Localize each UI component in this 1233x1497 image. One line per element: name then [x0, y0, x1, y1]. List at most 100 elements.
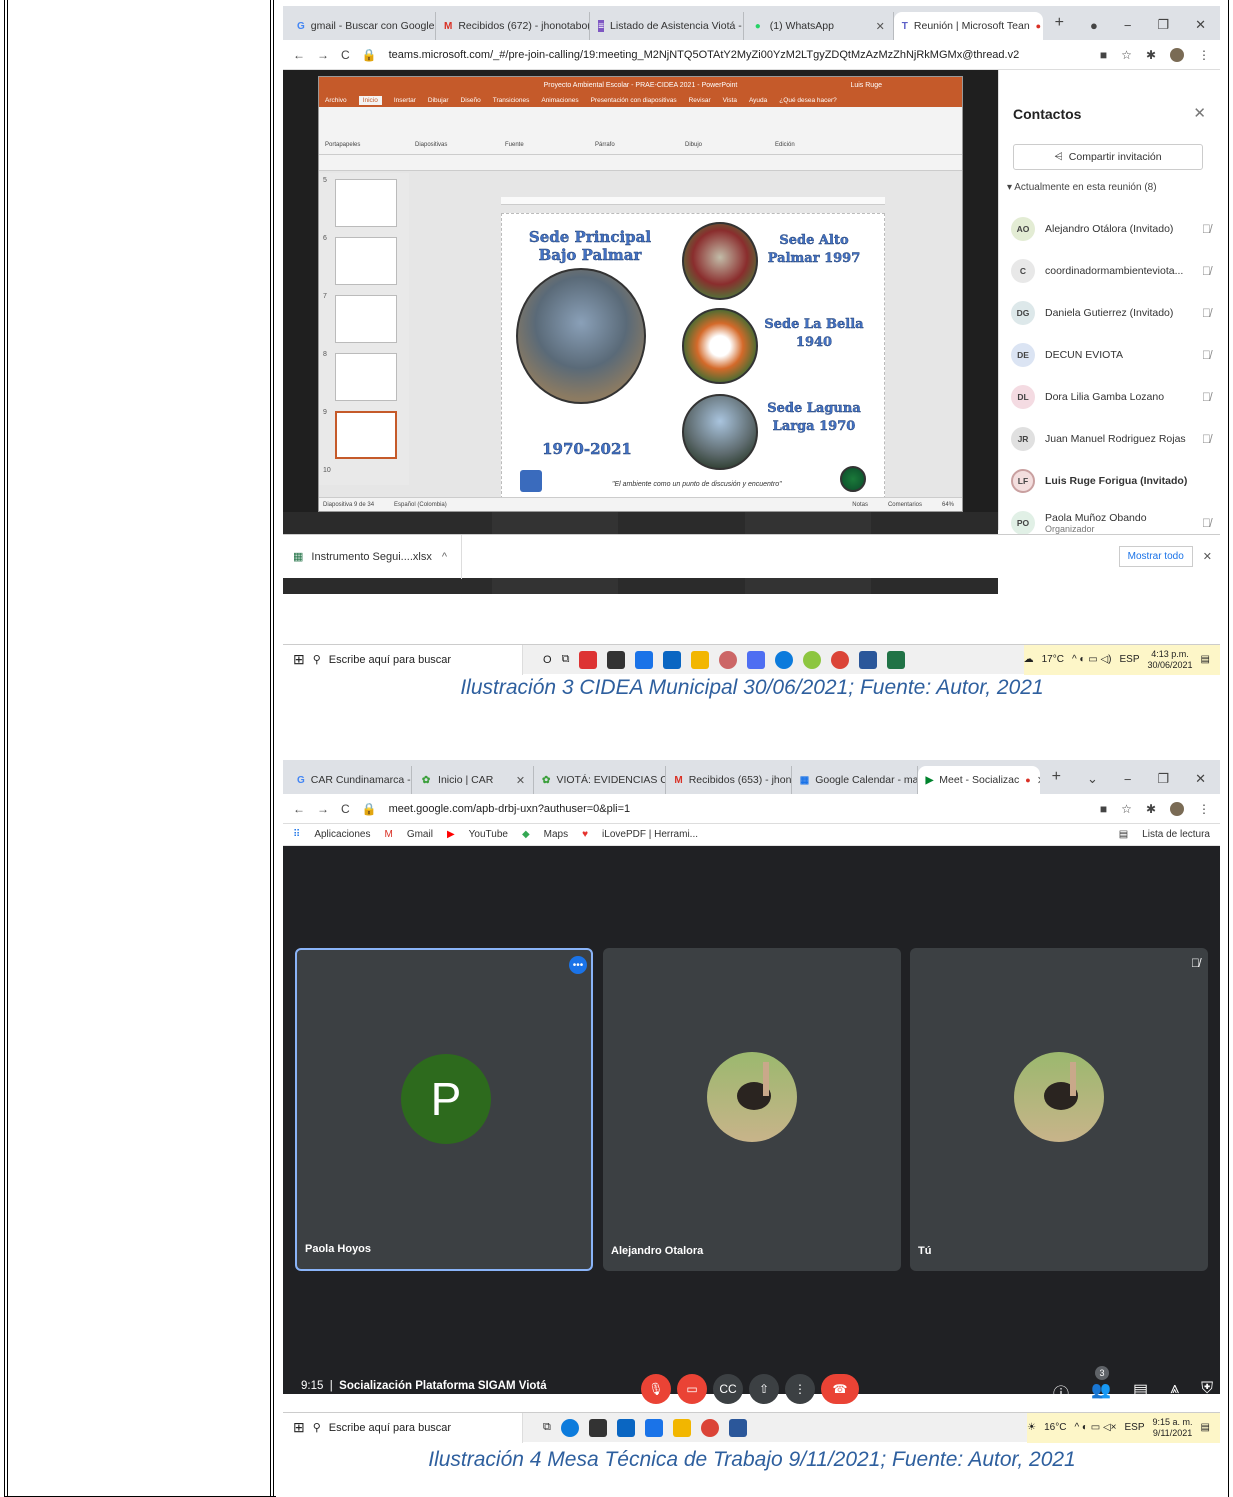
in-meeting-section[interactable]: ▾ Actualmente en esta reunión (8)	[1007, 182, 1157, 193]
task-view-icon[interactable]: ⧉	[562, 653, 570, 666]
app-icon[interactable]	[719, 650, 738, 669]
browser-tab[interactable]: ▦Google Calendar - ma✕	[792, 766, 918, 794]
ppt-menu-item[interactable]: Diseño	[461, 97, 481, 104]
close-tab-icon[interactable]: ✕	[876, 20, 885, 33]
ppt-menu-item[interactable]: Presentación con diapositivas	[591, 97, 677, 104]
participant-tile[interactable]: Alejandro Otalora	[603, 948, 901, 1271]
minimize-icon[interactable]: −	[1124, 772, 1132, 787]
store-icon[interactable]	[588, 1418, 607, 1437]
mail-icon[interactable]	[616, 1418, 635, 1437]
ppt-status-item[interactable]: 64%	[942, 502, 954, 508]
camera-toggle-button[interactable]: ▭	[677, 1374, 707, 1404]
reload-icon[interactable]: C	[341, 48, 350, 62]
browser-tab[interactable]: ✿ Inicio | CAR ✕	[412, 766, 535, 794]
bookmark-gmail[interactable]: Gmail	[407, 829, 433, 840]
ppt-menu-item[interactable]: Vista	[723, 97, 737, 104]
ppt-menu-item[interactable]: Revisar	[689, 97, 711, 104]
tray-icons[interactable]: ^ ◐ ▭ ◁×	[1074, 1422, 1116, 1433]
bookmark-youtube[interactable]: YouTube	[469, 829, 508, 840]
slide-thumbnail[interactable]	[335, 411, 397, 459]
reload-icon[interactable]: C	[341, 802, 350, 816]
star-icon[interactable]: ☆	[1121, 48, 1132, 62]
file-explorer-icon[interactable]	[691, 650, 710, 669]
back-icon[interactable]: ←	[293, 802, 305, 816]
camera-icon[interactable]: ■	[1100, 802, 1107, 816]
language[interactable]: ESP	[1125, 1422, 1145, 1433]
browser-tab[interactable]: Ggmail - Buscar con Google✕	[289, 12, 436, 40]
ppt-menu-item[interactable]: Archivo	[325, 97, 347, 104]
app-icon[interactable]	[579, 650, 598, 669]
word-icon[interactable]	[859, 650, 878, 669]
ppt-status-item[interactable]: Español (Colombia)	[394, 502, 447, 508]
new-tab-icon[interactable]: +	[1040, 768, 1073, 786]
ppt-menu-item[interactable]: Dibujar	[428, 97, 449, 104]
ppt-menu-item[interactable]: Ayuda	[749, 97, 767, 104]
browser-tab[interactable]: ✿VIOTÁ: EVIDENCIAS C✕	[534, 766, 667, 794]
forward-icon[interactable]: →	[317, 802, 329, 816]
contact-item[interactable]: Ccoordinadormambienteviota... 🎙̸	[1011, 254, 1211, 288]
slide-thumbnail[interactable]	[335, 353, 397, 401]
back-icon[interactable]: ←	[293, 48, 305, 62]
edge-icon[interactable]	[775, 650, 794, 669]
people-icon[interactable]: 👥 3	[1091, 1366, 1111, 1404]
mail-icon[interactable]	[663, 650, 682, 669]
host-controls-icon[interactable]: ⛨	[1201, 1380, 1213, 1404]
chrome-icon[interactable]	[700, 1418, 719, 1437]
ppt-menu-item[interactable]: ¿Qué desea hacer?	[779, 97, 836, 104]
ppt-status-item[interactable]: Diapositiva 9 de 34	[323, 502, 374, 508]
browser-tab[interactable]: MRecibidos (672) - jhonotabo(✕	[436, 12, 591, 40]
contact-item[interactable]: DE DECUN EVIOTA 🎙̸	[1011, 338, 1211, 372]
menu-icon[interactable]: ⋮	[1198, 802, 1210, 816]
ppt-menu-item[interactable]: Insertar	[394, 97, 416, 104]
browser-tab[interactable]: ● (1) WhatsApp ✕	[744, 12, 894, 40]
present-button[interactable]: ⇧	[749, 1374, 779, 1404]
close-icon[interactable]: ✕	[1193, 104, 1206, 122]
mic-toggle-button[interactable]: 🎙	[641, 1374, 671, 1404]
windows-start-icon[interactable]: ⊞	[293, 651, 305, 668]
menu-icon[interactable]: ⋮	[1198, 48, 1210, 62]
close-icon[interactable]: ✕	[1203, 550, 1212, 563]
file-explorer-icon[interactable]	[672, 1418, 691, 1437]
url-field[interactable]: meet.google.com/apb-drbj-uxn?authuser=0&…	[389, 803, 631, 815]
ppt-menu-item[interactable]: Inicio	[358, 95, 382, 105]
store-icon[interactable]	[607, 650, 626, 669]
clock[interactable]: 9:15 a. m. 9/11/2021	[1153, 1417, 1193, 1439]
contact-item[interactable]: LF Luis Ruge Forigua (Invitado)	[1011, 464, 1211, 498]
app-icon[interactable]	[803, 650, 822, 669]
app-icon[interactable]	[644, 1418, 663, 1437]
more-options-button[interactable]: ⋮	[785, 1374, 815, 1404]
slide-thumbnail[interactable]	[335, 295, 397, 343]
close-window-icon[interactable]: ✕	[1195, 771, 1206, 787]
share-invitation-button[interactable]: ⩤ Compartir invitación	[1013, 144, 1203, 170]
task-view-icon[interactable]: ⧉	[543, 1421, 551, 1434]
browser-tab[interactable]: ≡Listado de Asistencia Viotá -✕	[590, 12, 744, 40]
activities-icon[interactable]: ⩓	[1170, 1380, 1179, 1404]
contact-item[interactable]: DL Dora Lilia Gamba Lozano 🎙̸	[1011, 380, 1211, 414]
word-icon[interactable]	[728, 1418, 747, 1437]
language[interactable]: ESP	[1119, 654, 1139, 665]
app-icon[interactable]	[887, 650, 906, 669]
avatar[interactable]	[1170, 801, 1184, 816]
contact-item[interactable]: DG Daniela Gutierrez (Invitado) 🎙̸	[1011, 296, 1211, 330]
ppt-menu-item[interactable]: Transiciones	[493, 97, 530, 104]
bookmark-apps[interactable]: Aplicaciones	[314, 829, 370, 840]
browser-tab[interactable]: GCAR Cundinamarca - ✕	[289, 766, 413, 794]
windows-start-icon[interactable]: ⊞	[293, 1419, 305, 1436]
info-icon[interactable]: ⓘ	[1053, 1380, 1069, 1404]
minimize-icon[interactable]: −	[1124, 18, 1132, 33]
contact-item[interactable]: JR Juan Manuel Rodriguez Rojas 🎙̸	[1011, 422, 1211, 456]
ppt-menu-item[interactable]: Animaciones	[541, 97, 578, 104]
camera-icon[interactable]: ■	[1100, 48, 1107, 62]
show-all-button[interactable]: Mostrar todo	[1118, 546, 1193, 567]
taskbar-search[interactable]: ⊞ ⚲ Escribe aquí para buscar	[283, 1412, 523, 1443]
browser-tab[interactable]: MRecibidos (653) - jhon✕	[666, 766, 792, 794]
leave-call-button[interactable]: ☎	[821, 1374, 859, 1404]
tray-icons[interactable]: ^ ◐ ▭ ◁)	[1072, 654, 1112, 665]
bookmark-ilovepdf[interactable]: iLovePDF | Herrami...	[602, 829, 698, 840]
ppt-status-item[interactable]: Comentarios	[888, 502, 922, 508]
close-window-icon[interactable]: ✕	[1195, 17, 1206, 33]
forward-icon[interactable]: →	[317, 48, 329, 62]
slide-thumbnail[interactable]	[335, 179, 397, 227]
bookmark-maps[interactable]: Maps	[544, 829, 568, 840]
participant-tile[interactable]: 🎙̸ Tú	[910, 948, 1208, 1271]
